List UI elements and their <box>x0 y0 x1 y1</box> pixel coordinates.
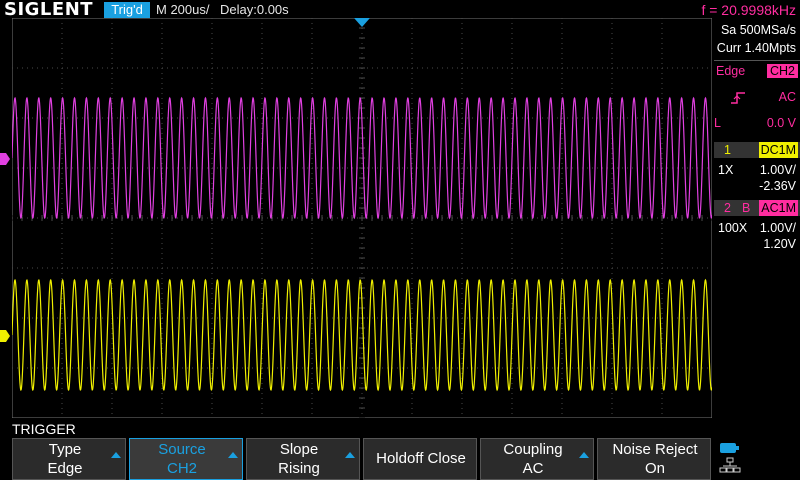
softkey-label: Coupling <box>503 441 563 458</box>
softkey-value: CH2 <box>166 460 197 477</box>
softkey-label: Noise Reject <box>612 441 698 458</box>
slope-softkey[interactable]: Slope Rising <box>246 438 360 480</box>
softkey-value: On <box>644 460 665 477</box>
ch2-info[interactable]: 2 B AC1M 100X 1.00V/ 1.20V <box>714 200 800 258</box>
sample-rate: Sa 500MSa/s <box>720 23 796 37</box>
coupling-softkey[interactable]: Coupling AC <box>480 438 594 480</box>
softkey-value: Edge <box>47 460 83 477</box>
trigger-level: 0.0 V <box>766 116 796 130</box>
trigger-source: CH2 <box>766 64 798 78</box>
trigger-status-badge: Trig'd <box>104 2 150 18</box>
status-bar: SIGLENT Trig'd M 200us/ Delay:0.00s f = … <box>0 0 800 20</box>
up-arrow-icon <box>579 452 589 458</box>
up-arrow-icon <box>345 452 355 458</box>
type-softkey[interactable]: Type Edge <box>12 438 126 480</box>
softkey-value: AC <box>522 460 544 477</box>
holdoff-softkey[interactable]: Holdoff Close <box>363 438 477 480</box>
softkey-label: Type <box>48 441 82 458</box>
softkey-value: Rising <box>278 460 320 477</box>
trigger-level-label: L <box>714 116 721 130</box>
softkey-label: Holdoff Close <box>376 450 466 467</box>
network-status-icon[interactable] <box>718 441 742 477</box>
ch2-coupling: AC1M <box>759 200 798 216</box>
source-softkey[interactable]: Source CH2 <box>129 438 243 480</box>
ch2-number: 2 <box>724 201 731 215</box>
graticule <box>12 18 712 418</box>
rising-edge-icon <box>731 92 745 104</box>
ch1-header: 1 DC1M <box>714 142 800 158</box>
ch1-number: 1 <box>724 143 731 157</box>
delay-readout[interactable]: Delay:0.00s <box>220 0 289 20</box>
memory-depth: Curr 1.40Mpts <box>716 41 796 55</box>
ch2-scale: 1.00V/ <box>759 221 796 235</box>
ch2-header: 2 B AC1M <box>714 200 800 216</box>
ch2-offset: 1.20V <box>763 237 796 251</box>
brand-logo: SIGLENT <box>4 0 94 20</box>
softkey-label: Slope <box>279 441 319 458</box>
ch1-coupling: DC1M <box>758 142 798 158</box>
ch2-probe: 100X <box>718 221 748 235</box>
ch2-bandwidth-limit: B <box>742 201 751 215</box>
softkey-bar: Type Edge Source CH2 Slope Rising Holdof… <box>12 438 712 480</box>
info-panel: Sa 500MSa/s Curr 1.40Mpts Edge CH2 AC L … <box>714 20 800 440</box>
ch1-scale: 1.00V/ <box>759 163 796 177</box>
ch1-info[interactable]: 1 DC1M 1X 1.00V/ -2.36V <box>714 142 800 200</box>
trigger-info[interactable]: Edge CH2 AC L 0.0 V <box>714 60 800 152</box>
frequency-counter: f = 20.9998kHz <box>701 2 796 18</box>
timebase-readout[interactable]: M 200us/ <box>156 0 209 20</box>
up-arrow-icon <box>228 452 238 458</box>
trigger-coupling: AC <box>778 90 796 104</box>
up-arrow-icon <box>111 452 121 458</box>
noise-reject-softkey[interactable]: Noise Reject On <box>597 438 711 480</box>
ch1-offset: -2.36V <box>759 179 796 193</box>
softkey-label: Source <box>158 441 206 458</box>
waveform-display[interactable] <box>12 18 712 418</box>
ch2-offset-marker[interactable] <box>0 153 10 165</box>
trigger-type: Edge <box>716 64 746 78</box>
menu-title: TRIGGER <box>12 421 76 437</box>
ch1-offset-marker[interactable] <box>0 330 10 342</box>
ch1-probe: 1X <box>718 163 734 177</box>
